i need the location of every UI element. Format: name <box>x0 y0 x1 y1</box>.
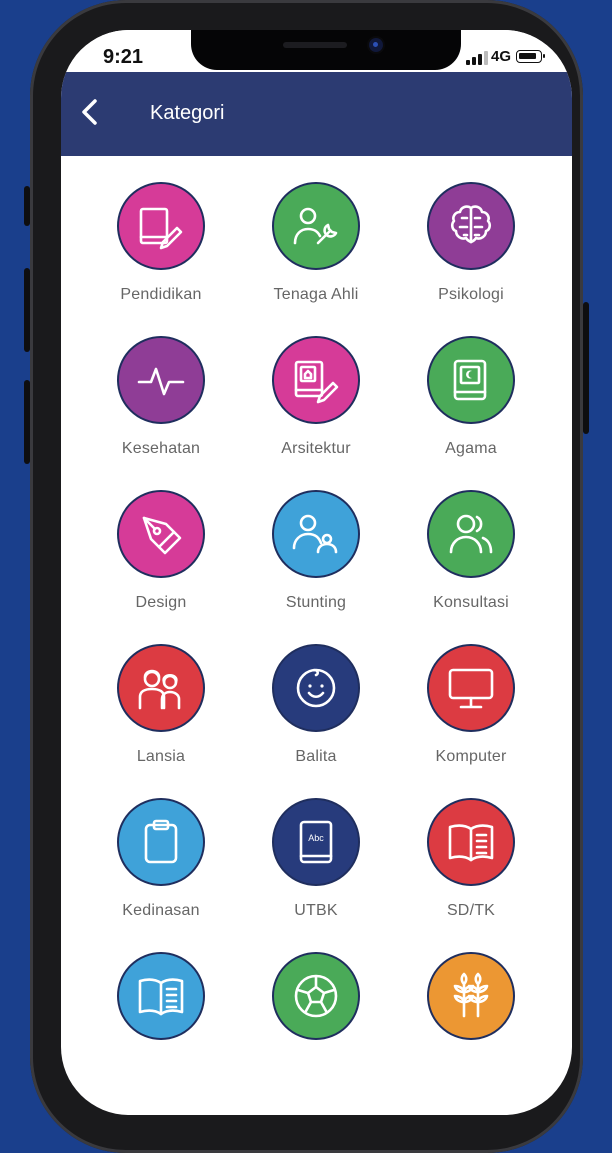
soccer-ball-icon <box>294 974 338 1018</box>
category-komputer[interactable]: Komputer <box>396 644 546 766</box>
house-book-pencil-icon <box>294 360 339 404</box>
signal-strength-icon <box>466 51 488 65</box>
category-more-16[interactable] <box>86 952 236 1056</box>
category-icon-circle <box>117 798 205 886</box>
category-icon-circle <box>272 644 360 732</box>
category-label: Kedinasan <box>122 902 200 919</box>
volume-down-button <box>24 380 30 464</box>
status-bar: 9:21 4G <box>61 30 572 72</box>
category-grid: Pendidikan Tenaga Ahli Psikologi Kesehatan A… <box>61 156 572 1076</box>
category-label: Arsitektur <box>281 440 351 457</box>
category-more-17[interactable] <box>241 952 391 1056</box>
category-psikologi[interactable]: Psikologi <box>396 182 546 304</box>
monitor-icon <box>448 668 494 709</box>
category-label: UTBK <box>294 902 338 919</box>
two-people-icon <box>449 514 493 554</box>
battery-icon <box>516 50 545 63</box>
brain-icon <box>450 205 492 244</box>
phone-screen: 9:21 4G Kategori Pendidikan Tenaga Ahli Ps… <box>61 30 572 1115</box>
category-lansia[interactable]: Lansia <box>86 644 236 766</box>
svg-text:Abc: Abc <box>308 833 324 843</box>
category-tenaga-ahli[interactable]: Tenaga Ahli <box>241 182 391 304</box>
category-kesehatan[interactable]: Kesehatan <box>86 336 236 458</box>
category-icon-circle <box>117 336 205 424</box>
status-time: 9:21 <box>103 46 144 68</box>
volume-up-button <box>24 268 30 352</box>
category-design[interactable]: Design <box>86 490 236 612</box>
category-icon-circle <box>427 952 515 1040</box>
chevron-left-icon <box>82 99 97 125</box>
wheat-icon <box>453 972 489 1018</box>
category-label: Komputer <box>435 748 507 765</box>
category-label: SD/TK <box>446 902 496 919</box>
page-title: Kategori <box>150 102 225 124</box>
notch <box>191 30 461 70</box>
category-icon-circle: Abc <box>272 798 360 886</box>
category-icon-circle <box>427 644 515 732</box>
category-label: Konsultasi <box>433 594 509 611</box>
category-label: Kesehatan <box>121 440 201 457</box>
category-icon-circle <box>117 182 205 270</box>
category-agama[interactable]: Agama <box>396 336 546 458</box>
category-stunting[interactable]: Stunting <box>241 490 391 612</box>
speaker-grille <box>283 42 347 48</box>
category-icon-circle <box>427 798 515 886</box>
category-pendidikan[interactable]: Pendidikan <box>86 182 236 304</box>
category-icon-circle <box>427 336 515 424</box>
category-label: Design <box>135 594 187 611</box>
category-sd-tk[interactable]: SD/TK <box>396 798 546 920</box>
power-button <box>583 302 589 434</box>
parent-child-icon <box>292 514 338 554</box>
category-utbk[interactable]: Abc UTBK <box>241 798 391 920</box>
open-book-icon <box>448 824 494 862</box>
category-balita[interactable]: Balita <box>241 644 391 766</box>
elderly-couple-icon <box>138 669 181 710</box>
book-pencil-icon <box>139 207 183 250</box>
category-icon-circle <box>272 182 360 270</box>
person-wrench-icon <box>293 207 338 245</box>
category-kedinasan[interactable]: Kedinasan <box>86 798 236 920</box>
abc-book-icon: Abc <box>299 820 333 864</box>
category-label: Lansia <box>136 748 186 765</box>
open-book-icon <box>138 978 184 1016</box>
category-icon-circle <box>272 490 360 578</box>
category-icon-circle <box>117 490 205 578</box>
pen-nib-icon <box>142 516 182 555</box>
category-label: Balita <box>295 748 337 765</box>
network-type: 4G <box>491 48 512 65</box>
category-icon-circle <box>427 490 515 578</box>
app-bar: Kategori <box>61 72 572 156</box>
category-more-18[interactable] <box>396 952 546 1056</box>
category-label: Tenaga Ahli <box>273 286 359 303</box>
category-icon-circle <box>117 644 205 732</box>
category-icon-circle <box>117 952 205 1040</box>
category-label: Agama <box>445 440 497 457</box>
front-camera <box>369 38 383 52</box>
category-label: Psikologi <box>438 286 504 303</box>
category-label: Stunting <box>285 594 347 611</box>
silent-switch <box>24 186 30 226</box>
category-icon-circle <box>427 182 515 270</box>
category-label: Pendidikan <box>120 286 202 303</box>
category-konsultasi[interactable]: Konsultasi <box>396 490 546 612</box>
heartbeat-icon <box>137 367 185 396</box>
back-button[interactable] <box>75 96 107 128</box>
religious-book-icon <box>453 359 487 401</box>
category-arsitektur[interactable]: Arsitektur <box>241 336 391 458</box>
category-icon-circle <box>272 952 360 1040</box>
category-icon-circle <box>272 336 360 424</box>
clipboard-icon <box>144 819 178 864</box>
baby-face-icon <box>296 668 336 708</box>
